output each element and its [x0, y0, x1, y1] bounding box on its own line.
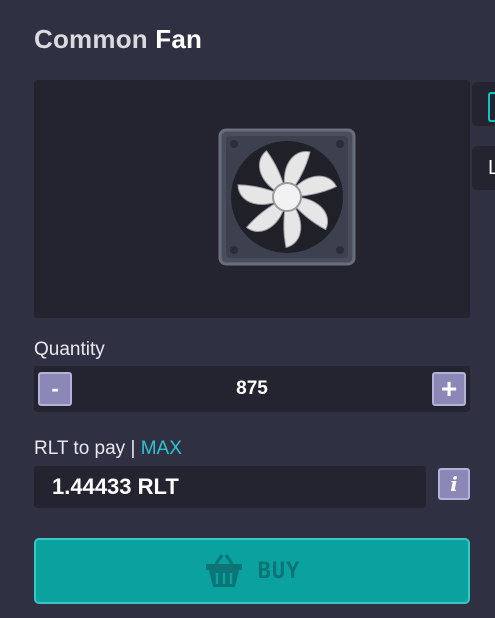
label-separator: |	[130, 438, 136, 459]
item-rarity: Common	[34, 24, 148, 54]
buy-button[interactable]: BUY	[34, 538, 470, 604]
side-tab-chip[interactable]	[472, 82, 495, 126]
buy-label: BUY	[257, 558, 301, 584]
side-tab-letter: L	[488, 157, 495, 179]
side-tab-label[interactable]: L	[472, 146, 495, 190]
chip-icon	[488, 92, 495, 122]
item-title: Common Fan	[34, 24, 202, 55]
increase-button[interactable]: +	[432, 372, 466, 406]
quantity-label: Quantity	[34, 339, 105, 360]
decrease-button[interactable]: -	[38, 372, 72, 406]
basket-icon	[205, 554, 242, 587]
fan-icon	[218, 128, 356, 266]
rlt-to-pay-label: RLT to pay | MAX	[34, 438, 182, 460]
item-image-panel	[34, 80, 470, 318]
item-name: Fan	[155, 24, 203, 54]
quantity-value[interactable]: 875	[34, 366, 470, 412]
rlt-amount-field[interactable]: 1.44433 RLT	[34, 466, 426, 508]
quantity-stepper: 875 - +	[34, 366, 470, 412]
rlt-to-pay-text: RLT to pay	[34, 438, 126, 459]
rlt-amount-value: 1.44433 RLT	[52, 474, 179, 499]
info-button[interactable]: i	[438, 468, 470, 500]
max-link[interactable]: MAX	[141, 438, 182, 459]
